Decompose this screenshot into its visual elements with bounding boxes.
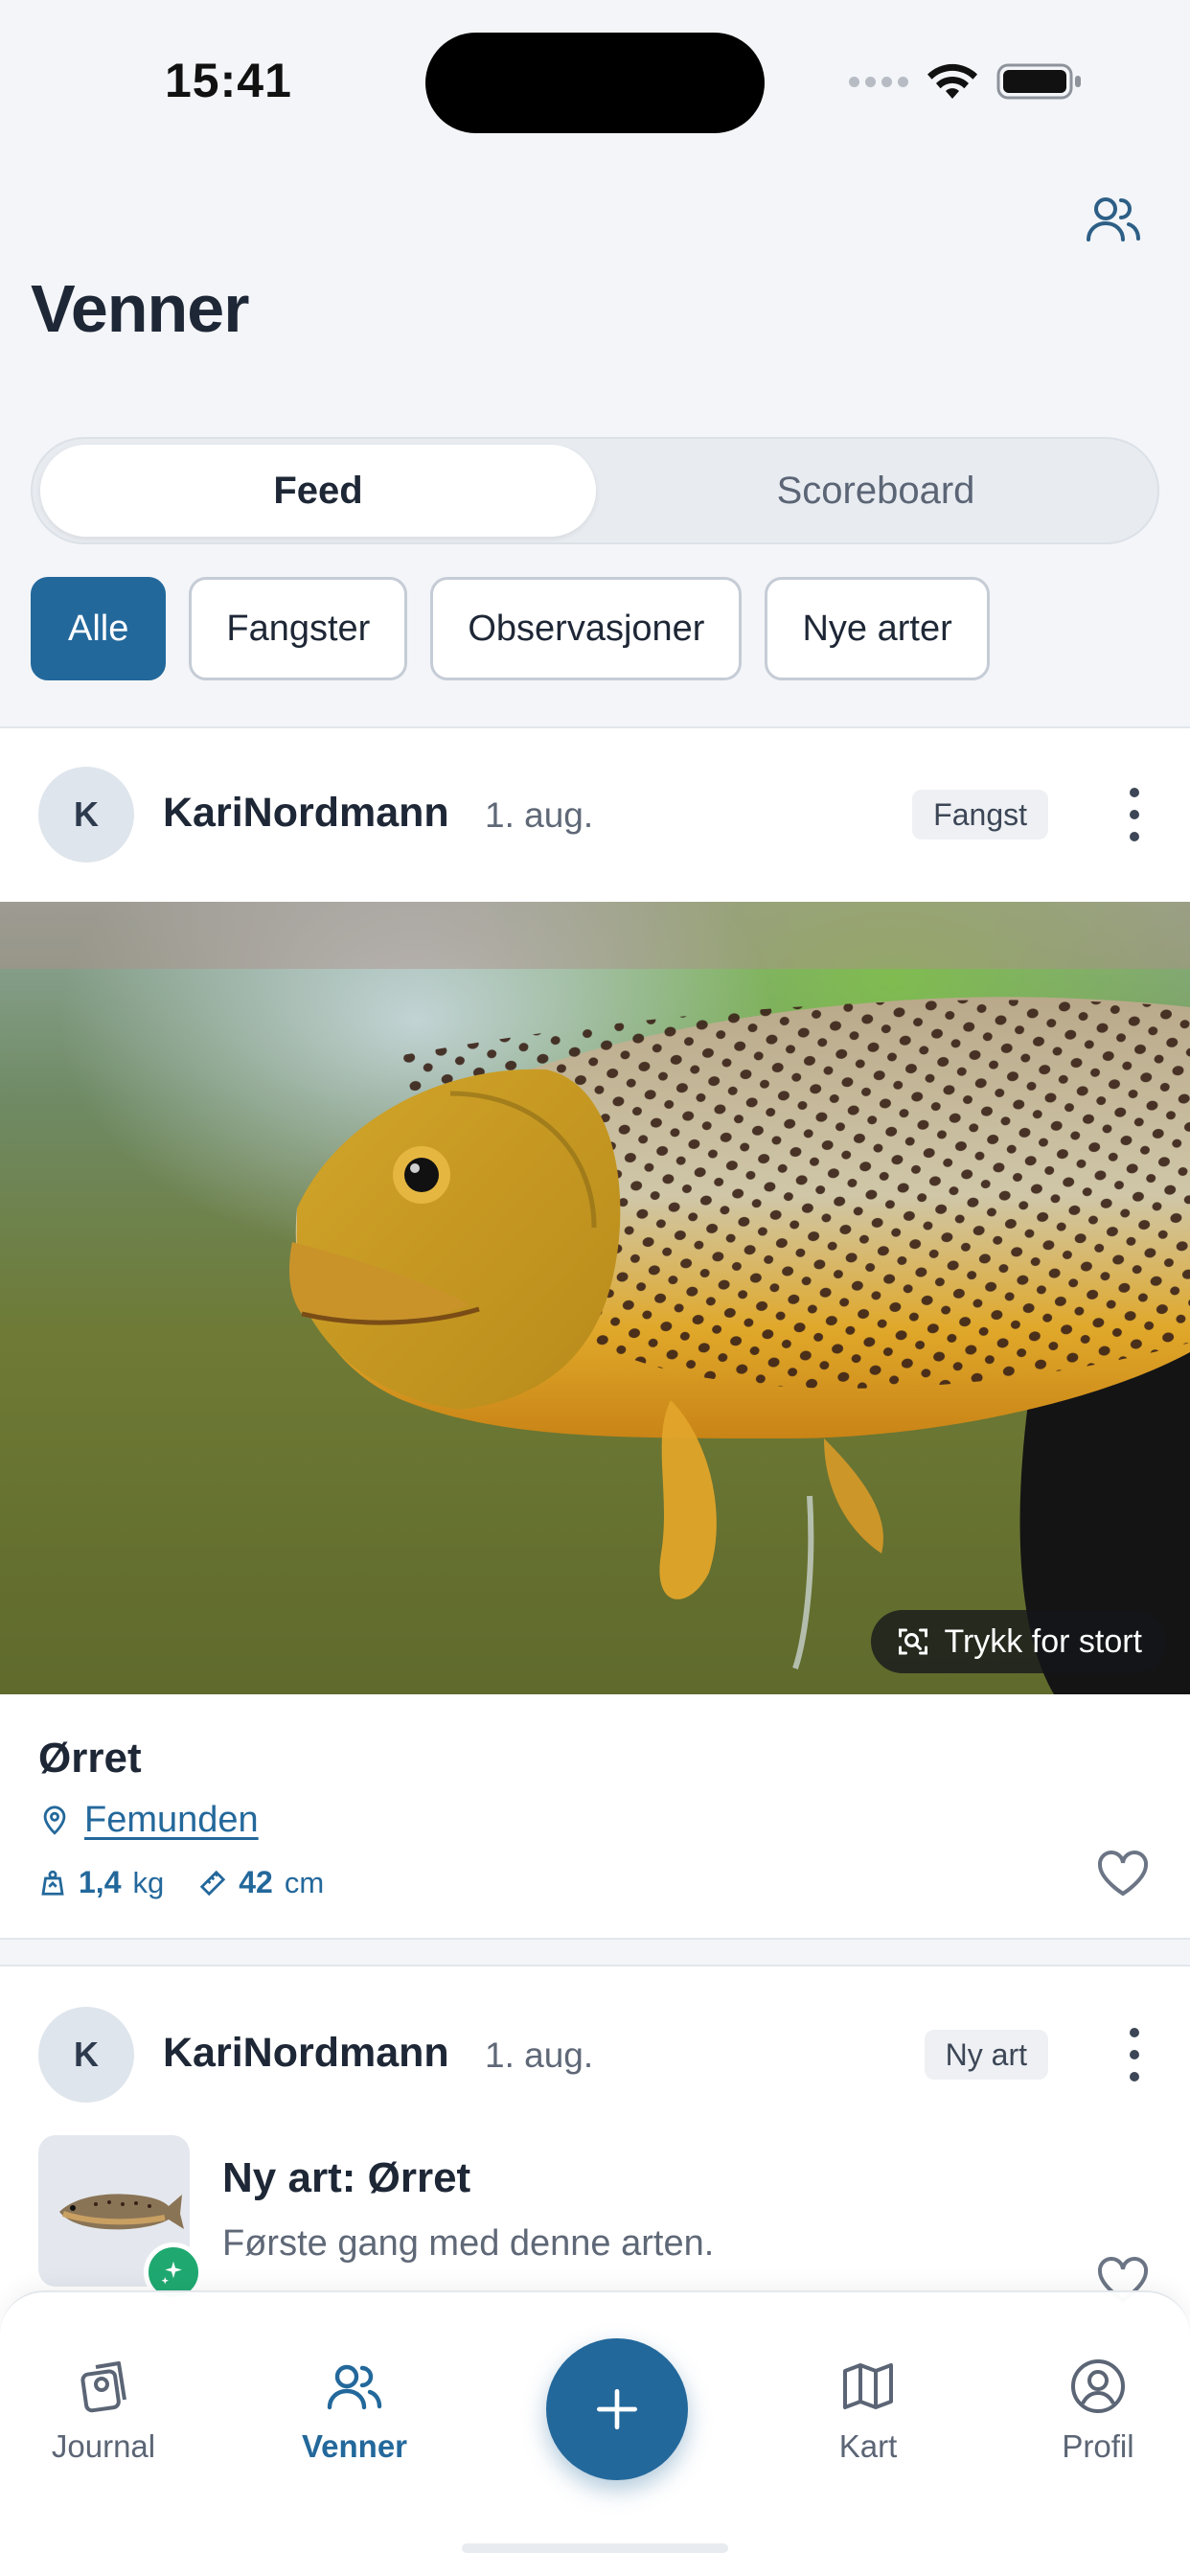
status-icons xyxy=(849,61,1083,102)
tap-to-enlarge-badge[interactable]: Trykk for stort xyxy=(871,1610,1167,1673)
filter-chip-all[interactable]: Alle xyxy=(31,577,167,680)
tab-journal[interactable]: Journal xyxy=(8,2356,199,2465)
new-species-subtitle: Første gang med denne arten. xyxy=(222,2223,715,2264)
bottom-tab-bar: Journal Venner Kart Profil xyxy=(0,2290,1190,2576)
more-options-icon[interactable] xyxy=(1127,2028,1142,2082)
page-title: Venner xyxy=(31,271,249,346)
filter-chip-catches[interactable]: Fangster xyxy=(189,577,408,680)
post-username[interactable]: KariNordmann xyxy=(163,790,449,837)
battery-icon xyxy=(996,63,1081,100)
location-pin-icon xyxy=(43,1805,66,1835)
filter-chip-new-species[interactable]: Nye arter xyxy=(765,577,990,680)
user-group-icon[interactable] xyxy=(1083,188,1144,249)
catch-photo[interactable]: Trykk for stort xyxy=(0,902,1190,1694)
avatar[interactable]: K xyxy=(38,2007,134,2103)
signal-icon xyxy=(849,76,908,87)
friends-icon xyxy=(327,2364,382,2410)
profile-icon xyxy=(1071,2359,1125,2413)
tab-profile[interactable]: Profil xyxy=(1002,2356,1190,2465)
sparkle-icon xyxy=(161,2261,182,2285)
length-unit: cm xyxy=(284,1865,325,1899)
trout-photo-illustration xyxy=(0,902,1190,1694)
segment-feed[interactable]: Feed xyxy=(40,445,596,537)
tab-map-label: Kart xyxy=(838,2428,898,2464)
home-indicator xyxy=(462,2543,728,2553)
filter-chips: Alle Fangster Observasjoner Nye arter xyxy=(31,577,990,680)
post-type-badge: Fangst xyxy=(912,790,1048,840)
weight-value: 1,4 xyxy=(79,1865,122,1899)
post-type-badge: Ny art xyxy=(924,2030,1048,2080)
zoom-icon xyxy=(899,1628,928,1655)
catch-species: Ørret xyxy=(38,1735,142,1782)
tab-profile-label: Profil xyxy=(1062,2428,1134,2464)
tab-journal-label: Journal xyxy=(51,2428,156,2464)
tab-friends-label: Venner xyxy=(301,2428,408,2464)
weight-icon xyxy=(41,1870,64,1896)
filter-chip-observations[interactable]: Observasjoner xyxy=(430,577,743,680)
catch-location[interactable]: Femunden xyxy=(38,1800,259,1841)
dynamic-island xyxy=(425,33,765,133)
avatar[interactable]: K xyxy=(38,767,134,862)
status-time: 15:41 xyxy=(165,54,292,107)
tab-map[interactable]: Kart xyxy=(772,2356,964,2465)
feed-post: K KariNordmann 1. aug. Fangst Trykk for … xyxy=(0,726,1190,1940)
new-species-title: Ny art: Ørret xyxy=(222,2154,471,2201)
segment-scoreboard[interactable]: Scoreboard xyxy=(598,445,1154,537)
location-link[interactable]: Femunden xyxy=(84,1800,259,1841)
weight-unit: kg xyxy=(132,1865,165,1899)
tab-friends[interactable]: Venner xyxy=(259,2356,450,2465)
wifi-icon xyxy=(927,63,977,99)
plus-icon xyxy=(597,2389,637,2429)
length-value: 42 xyxy=(239,1865,273,1899)
catch-stats: 1,4 kg 42 cm xyxy=(38,1865,324,1900)
post-date: 1. aug. xyxy=(485,2036,594,2075)
post-date: 1. aug. xyxy=(485,795,594,835)
segmented-control: Feed Scoreboard xyxy=(31,437,1159,544)
map-icon xyxy=(843,2363,893,2409)
status-bar: 15:41 xyxy=(0,0,1190,163)
more-options-icon[interactable] xyxy=(1127,788,1142,841)
tap-to-enlarge-label: Trykk for stort xyxy=(944,1622,1142,1660)
ruler-icon xyxy=(200,1870,226,1896)
add-button[interactable] xyxy=(546,2338,688,2480)
post-username[interactable]: KariNordmann xyxy=(163,2030,449,2077)
like-heart-icon[interactable] xyxy=(1096,1850,1150,1898)
journal-icon xyxy=(80,2361,126,2413)
